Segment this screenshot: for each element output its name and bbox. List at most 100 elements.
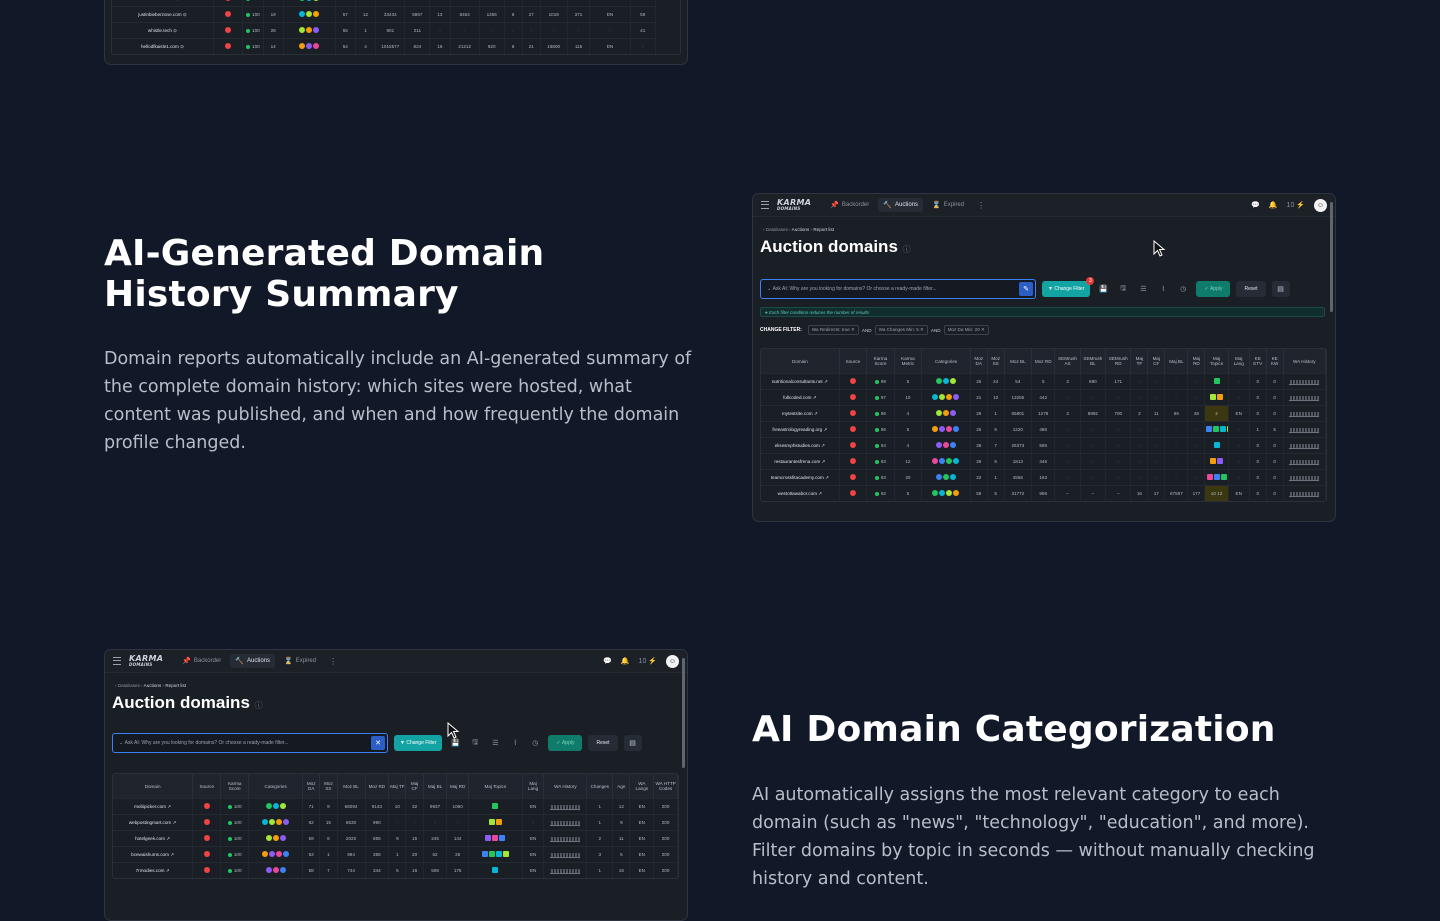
column-header[interactable]: Maj CF xyxy=(405,774,424,799)
chat-icon[interactable]: 💬 xyxy=(1251,201,1260,209)
table-row[interactable]: teamcrossfitacademy.com ↗ 93 20 22 1 4556 163 ◌… xyxy=(761,469,1326,486)
reset-button[interactable]: Reset xyxy=(588,735,618,751)
domain-link[interactable]: mobipicker.com ↗ xyxy=(113,798,194,815)
column-header[interactable]: WA HTTP Codes xyxy=(653,774,678,799)
breadcrumb-databases[interactable]: Databases xyxy=(118,683,140,688)
more-icon[interactable]: ⋮ xyxy=(329,657,337,666)
reset-button[interactable]: Reset xyxy=(1236,281,1266,297)
avatar[interactable]: ☺ xyxy=(1314,198,1327,212)
logo[interactable]: KARMA DOMAINS xyxy=(777,198,811,211)
logo[interactable]: KARMA DOMAINS xyxy=(129,654,163,667)
column-header[interactable]: Source xyxy=(839,349,868,374)
column-header[interactable]: Moz BL xyxy=(337,774,366,799)
domain-link[interactable]: bcewaishums.com ↗ xyxy=(113,846,194,863)
scrollbar[interactable] xyxy=(682,658,685,768)
column-header[interactable]: WA Langs xyxy=(629,774,655,799)
avatar[interactable]: ☺ xyxy=(666,654,679,668)
table-row[interactable]: elisesmphstudies.com ↗ 94 4 36 7 26373 595 ◌ ◌ ◌ ◌… xyxy=(761,437,1326,454)
save-as-icon[interactable]: 🖫 xyxy=(1116,282,1130,296)
table-row[interactable]: westottawabor.com ↗ 92 5 59 5 31772 996– – –16 17… xyxy=(761,485,1326,501)
clock-icon[interactable]: ◷ xyxy=(528,736,542,750)
column-header[interactable]: Maj RD xyxy=(1187,349,1206,374)
tab-backorder[interactable]: 📌 Backorder xyxy=(825,198,874,212)
column-header[interactable]: Maj Topics xyxy=(468,774,523,799)
column-header[interactable]: Karma Score xyxy=(866,349,895,374)
column-header[interactable]: Source xyxy=(192,774,222,799)
filter-chip[interactable]: Moz Da Min: 20 ✕ xyxy=(943,325,989,335)
apply-button[interactable]: ✓ Apply xyxy=(1196,281,1231,297)
table-row[interactable]: bcewaishums.com ↗ 100 53 1 994 356 1 20 62 26 EN 3 5… xyxy=(113,846,678,863)
domain-link[interactable]: webpostingmart.com ↗ xyxy=(113,814,194,831)
save-as-icon[interactable]: 🖫 xyxy=(468,736,482,750)
filter-chip[interactable]: Wa Changes Min: 5 ✕ xyxy=(874,325,928,335)
menu-icon[interactable] xyxy=(761,201,769,209)
table-row[interactable]: justinbieberzone.com ⊙ 100 19 57 12 33434 5867… xyxy=(112,6,680,23)
column-header[interactable]: Changes xyxy=(586,774,614,799)
column-header[interactable]: Moz BL xyxy=(1004,349,1033,374)
breadcrumb-databases[interactable]: Databases xyxy=(766,227,788,232)
columns-icon[interactable]: ▤ xyxy=(1271,281,1290,297)
table-row[interactable]: whistle.tech ⊙ 100 28 55 1 901 211 ◌ ◌ ◌ ◌ ◌ ◌ ◌ ◌ 41 xyxy=(112,22,680,39)
column-header[interactable]: Maj Lang xyxy=(522,774,545,799)
change-filter-button[interactable]: ▼ Change Filter 3 xyxy=(1042,277,1095,297)
column-header[interactable]: Maj Lang xyxy=(1228,349,1250,374)
column-header[interactable]: Age xyxy=(612,774,631,799)
column-header[interactable]: Maj CF xyxy=(1147,349,1166,374)
column-header[interactable]: Moz DA xyxy=(302,774,321,799)
table-row[interactable]: webpostingmart.com ↗ 100 62 15 6530 990 ◌ ◌ ◌ ◌ ◌ 1… xyxy=(113,814,678,831)
domain-link[interactable]: elisesmphstudies.com ↗ xyxy=(761,437,840,454)
column-header[interactable]: Maj TF xyxy=(1130,349,1149,374)
table-row[interactable]: hotelgeek.com ↗ 100 59 6 2020 855 9 15 245 144 EN 2… xyxy=(113,830,678,847)
info-icon[interactable]: ⓘ xyxy=(903,245,911,254)
list-icon[interactable]: ☰ xyxy=(1136,282,1150,296)
column-header[interactable]: KE KW xyxy=(1266,349,1284,374)
bell-icon[interactable]: 🔔 xyxy=(1269,201,1278,209)
domain-link[interactable]: westottawabor.com ↗ xyxy=(761,485,840,501)
column-header[interactable]: SEMrush RD xyxy=(1105,349,1132,374)
breadcrumb-auctions[interactable]: Auctions xyxy=(144,683,162,688)
table-row[interactable]: nutritionalconsultants.net ↗ 99 5 25 24 54 5 3 6… xyxy=(761,373,1326,390)
domain-link[interactable]: hellodfkaisle1.com ⊙ xyxy=(112,38,214,54)
column-header[interactable]: Moz RD xyxy=(1031,349,1056,374)
tab-auctions[interactable]: 🔨 Auctions xyxy=(878,198,924,212)
column-header[interactable]: Moz SS xyxy=(319,774,338,799)
domain-link[interactable]: mytestsite.com ↗ xyxy=(761,405,840,422)
table-row[interactable]: mobipicker.com ↗ 100 71 9 66094 9143 10 32 9937 1… xyxy=(113,798,678,815)
column-header[interactable]: Maj Topics xyxy=(1204,349,1229,374)
table-row[interactable]: fullcoded.com ↗ 97 10 21 10 13255 442 ◌ ◌ ◌ ◌ ◌ ◌ ◌ ◌ 0… xyxy=(761,389,1326,406)
table-row[interactable]: freeastrologyreading.org ↗ 96 5 25 6 1220 486 ◌… xyxy=(761,421,1326,438)
domain-link[interactable]: restaurantesfrena.com ↗ xyxy=(761,453,840,470)
change-filter-button[interactable]: ▼ Change Filter xyxy=(394,735,443,751)
menu-icon[interactable] xyxy=(113,657,121,665)
column-header[interactable]: Maj TF xyxy=(388,774,407,799)
column-header[interactable]: Karma Metric xyxy=(894,349,923,374)
tab-expired[interactable]: ⌛ Expired xyxy=(279,654,321,668)
list-icon[interactable]: ☰ xyxy=(488,736,502,750)
column-header[interactable]: Domain xyxy=(113,774,194,799)
tab-backorder[interactable]: 📌 Backorder xyxy=(177,654,226,668)
ask-ai-input[interactable]: ⌄ Ask AI: Why are you looking for domain… xyxy=(760,279,1036,299)
tab-expired[interactable]: ⌛ Expired xyxy=(927,198,969,212)
column-header[interactable]: SEMrush BL xyxy=(1080,349,1107,374)
domain-link[interactable]: nutritionalconsultants.net ↗ xyxy=(761,373,840,390)
column-header[interactable]: Categories xyxy=(248,774,304,799)
domain-link[interactable]: hotelgeek.com ↗ xyxy=(113,830,194,847)
columns-icon[interactable]: ▤ xyxy=(623,735,642,751)
chat-icon[interactable]: 💬 xyxy=(603,657,612,665)
tab-auctions[interactable]: 🔨 Auctions xyxy=(230,654,276,668)
table-row[interactable]: restaurantesfrena.com ↗ 93 12 26 6 1813 346 ◌ ◌ ◌… xyxy=(761,453,1326,470)
column-header[interactable]: WA History xyxy=(1283,349,1326,374)
apply-button[interactable]: ✓ Apply xyxy=(548,735,583,751)
clear-icon[interactable]: ✕ xyxy=(371,736,385,750)
column-header[interactable]: Maj BL xyxy=(423,774,448,799)
column-header[interactable]: Moz RD xyxy=(365,774,390,799)
ask-ai-input[interactable]: ⌄ Ask AI: Why are you looking for domain… xyxy=(112,733,388,753)
domain-link[interactable]: 7rmodies.com ↗ xyxy=(113,862,194,878)
column-header[interactable]: Maj BL xyxy=(1164,349,1189,374)
clock-icon[interactable]: ◷ xyxy=(1176,282,1190,296)
column-header[interactable]: Moz SS xyxy=(987,349,1005,374)
column-header[interactable]: Maj RD xyxy=(446,774,469,799)
rss-icon[interactable]: ⌇ xyxy=(1156,282,1170,296)
table-row[interactable]: 7rmodies.com ↗ 100 58 7 744 344 5 16 508 175 EN 1 16… xyxy=(113,862,678,878)
save-icon[interactable]: 💾 xyxy=(1096,282,1110,296)
